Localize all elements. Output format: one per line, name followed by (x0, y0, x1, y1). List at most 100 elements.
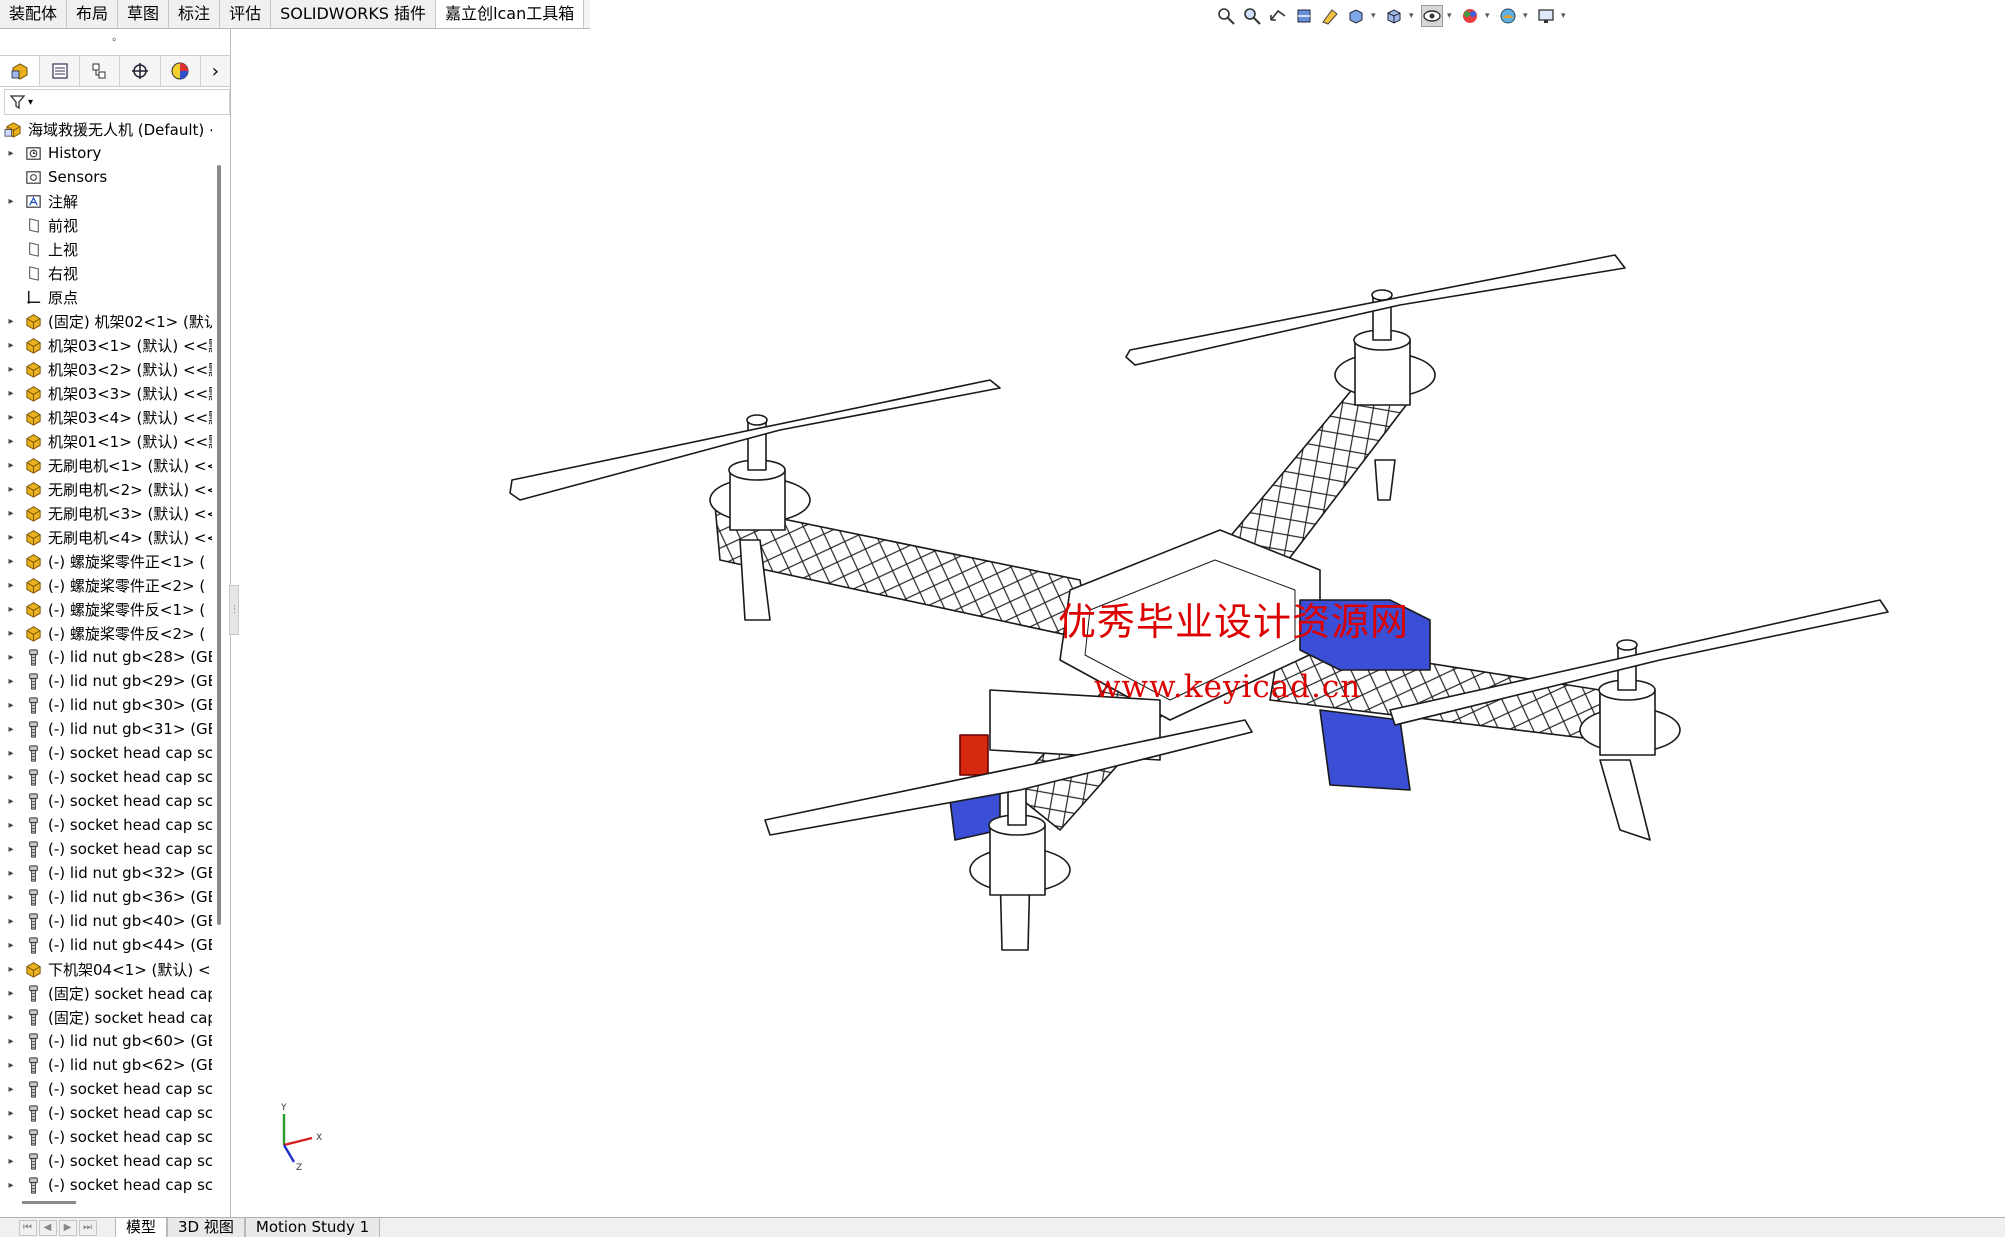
featuremanager-icon[interactable] (0, 56, 41, 86)
expand-arrow-icon[interactable]: ▸ (0, 892, 22, 903)
expand-arrow-icon[interactable]: ▸ (0, 1012, 22, 1023)
displaymanager-icon[interactable] (161, 56, 201, 86)
expand-arrow-icon[interactable]: ▸ (0, 1084, 22, 1095)
tree-item[interactable]: ▸ (-) socket head cap sc (0, 837, 212, 861)
configurationmanager-icon[interactable] (80, 56, 121, 86)
expand-arrow-icon[interactable]: ▸ (0, 748, 22, 759)
expand-arrow-icon[interactable]: ▸ (0, 652, 22, 663)
tree-item[interactable]: ▸ (-) lid nut gb<32> (GB (0, 861, 212, 885)
tree-item[interactable]: ▸ (-) lid nut gb<44> (GB (0, 933, 212, 957)
command-tab[interactable]: 布局 (67, 0, 119, 28)
dropdown-arrow-icon[interactable]: ▾ (1523, 11, 1531, 21)
dropdown-arrow-icon[interactable]: ▾ (1561, 11, 1569, 21)
expand-arrow-icon[interactable]: ▸ (0, 364, 22, 375)
tree-item[interactable]: ▸ (-) lid nut gb<28> (GB (0, 645, 212, 669)
tree-item[interactable]: ▸ (-) lid nut gb<36> (GB (0, 885, 212, 909)
tree-item[interactable]: ▸ History (0, 141, 212, 165)
expand-arrow-icon[interactable]: ▸ (0, 700, 22, 711)
expand-arrow-icon[interactable]: ▸ (0, 1180, 22, 1191)
tree-item[interactable]: 原点 (0, 285, 212, 309)
graphics-area[interactable]: 优秀毕业设计资源网 www.keyicad.cn (232, 29, 2005, 1217)
dynamic-annotation-icon[interactable] (1319, 5, 1341, 27)
expand-arrow-icon[interactable]: ▸ (0, 844, 22, 855)
tree-item[interactable]: ▸ 无刷电机<3> (默认) << (0, 501, 212, 525)
expand-arrow-icon[interactable]: ▸ (0, 1036, 22, 1047)
more-tabs-chevron-icon[interactable]: › (201, 56, 230, 86)
tree-item[interactable]: ▸ (-) socket head cap sc (0, 1101, 212, 1125)
bottom-tab[interactable]: Motion Study 1 (244, 1218, 381, 1237)
tree-item[interactable]: ▸ 机架03<1> (默认) <<默 (0, 333, 212, 357)
tree-horizontal-scrollbar[interactable] (22, 1201, 76, 1204)
command-tab[interactable]: 评估 (220, 0, 272, 28)
tree-item[interactable]: ▸ (-) lid nut gb<30> (GB (0, 693, 212, 717)
tree-item[interactable]: ▸ 无刷电机<1> (默认) << (0, 453, 212, 477)
tree-item[interactable]: ▸ (-) lid nut gb<62> (GB (0, 1053, 212, 1077)
previous-view-icon[interactable] (1267, 5, 1289, 27)
expand-arrow-icon[interactable]: ▸ (0, 388, 22, 399)
expand-arrow-icon[interactable]: ▸ (0, 532, 22, 543)
tree-item[interactable]: ▸ 无刷电机<2> (默认) << (0, 477, 212, 501)
command-tab[interactable]: 装配体 (0, 0, 68, 28)
dimxpertmanager-icon[interactable] (120, 56, 161, 86)
expand-arrow-icon[interactable]: ▸ (0, 604, 22, 615)
tree-item[interactable]: ▸ 下机架04<1> (默认) << (0, 957, 212, 981)
tree-item[interactable]: ▸ (-) 螺旋桨零件正<1> ( (0, 549, 212, 573)
expand-arrow-icon[interactable]: ▸ (0, 676, 22, 687)
expand-arrow-icon[interactable]: ▸ (0, 580, 22, 591)
tree-scrollbar[interactable] (217, 165, 221, 925)
expand-arrow-icon[interactable]: ▸ (0, 148, 22, 159)
command-tab[interactable]: 嘉立创lcan工具箱 (436, 0, 585, 28)
tree-item[interactable]: ▸ (-) lid nut gb<40> (GB (0, 909, 212, 933)
expand-arrow-icon[interactable]: ▸ (0, 1156, 22, 1167)
panel-grip-icon[interactable]: ⚬ (110, 35, 118, 46)
tree-item[interactable]: ▸ 机架03<4> (默认) <<默 (0, 405, 212, 429)
last-tab-icon[interactable]: ⏭ (78, 1219, 97, 1236)
tree-item[interactable]: ▸ (-) 螺旋桨零件正<2> ( (0, 573, 212, 597)
tree-item[interactable]: 右视 (0, 261, 212, 285)
expand-arrow-icon[interactable]: ▸ (0, 1108, 22, 1119)
command-tab[interactable]: SOLIDWORKS 插件 (271, 0, 437, 28)
tree-item[interactable]: ▸ (-) socket head cap sc (0, 1077, 212, 1101)
tree-item[interactable]: ▸ 注解 (0, 189, 212, 213)
apply-scene-icon[interactable] (1497, 5, 1519, 27)
expand-arrow-icon[interactable]: ▸ (0, 916, 22, 927)
next-tab-icon[interactable]: ▶ (58, 1219, 77, 1236)
expand-arrow-icon[interactable]: ▸ (0, 1132, 22, 1143)
expand-arrow-icon[interactable]: ▸ (0, 508, 22, 519)
tree-item[interactable]: ▸ (-) socket head cap sc (0, 765, 212, 789)
command-tab[interactable]: 标注 (169, 0, 221, 28)
bottom-tab[interactable]: 模型 (115, 1218, 168, 1237)
bottom-tab[interactable]: 3D 视图 (167, 1218, 245, 1237)
tree-item[interactable]: ▸ 机架03<2> (默认) <<默 (0, 357, 212, 381)
tree-item[interactable]: ▸ 机架01<1> (默认) <<默 (0, 429, 212, 453)
tree-item[interactable]: ▸ (-) lid nut gb<31> (GB (0, 717, 212, 741)
first-tab-icon[interactable]: ⏮ (18, 1219, 37, 1236)
tree-item[interactable]: Sensors (0, 165, 212, 189)
expand-arrow-icon[interactable]: ▸ (0, 820, 22, 831)
expand-arrow-icon[interactable]: ▸ (0, 484, 22, 495)
expand-arrow-icon[interactable]: ▸ (0, 724, 22, 735)
expand-arrow-icon[interactable]: ▸ (0, 556, 22, 567)
tree-item[interactable]: ▸ (-) socket head cap sc (0, 1149, 212, 1173)
tree-item[interactable]: ▸ (固定) 机架02<1> (默认 (0, 309, 212, 333)
expand-arrow-icon[interactable]: ▸ (0, 316, 22, 327)
zoom-to-fit-icon[interactable] (1215, 5, 1237, 27)
prev-tab-icon[interactable]: ◀ (38, 1219, 57, 1236)
tree-item[interactable]: 前视 (0, 213, 212, 237)
tree-item[interactable]: ▸ (-) socket head cap sc (0, 1125, 212, 1149)
dropdown-arrow-icon[interactable]: ▾ (1485, 11, 1493, 21)
tree-item[interactable]: ▸ (固定) socket head cap (0, 1005, 212, 1029)
tree-item[interactable]: ▸ (固定) socket head cap (0, 981, 212, 1005)
hide-show-items-icon[interactable] (1421, 5, 1443, 27)
expand-arrow-icon[interactable]: ▸ (0, 796, 22, 807)
expand-arrow-icon[interactable]: ▸ (0, 628, 22, 639)
expand-arrow-icon[interactable]: ▸ (0, 964, 22, 975)
tree-item[interactable]: ▸ (-) lid nut gb<29> (GB (0, 669, 212, 693)
expand-arrow-icon[interactable]: ▸ (0, 340, 22, 351)
tree-item[interactable]: ▸ 机架03<3> (默认) <<默 (0, 381, 212, 405)
expand-arrow-icon[interactable]: ▸ (0, 1060, 22, 1071)
tree-item[interactable]: ▸ (-) 螺旋桨零件反<1> ( (0, 597, 212, 621)
expand-arrow-icon[interactable]: ▸ (0, 940, 22, 951)
expand-arrow-icon[interactable]: ▸ (0, 868, 22, 879)
tree-item[interactable]: ▸ (-) socket head cap sc (0, 789, 212, 813)
